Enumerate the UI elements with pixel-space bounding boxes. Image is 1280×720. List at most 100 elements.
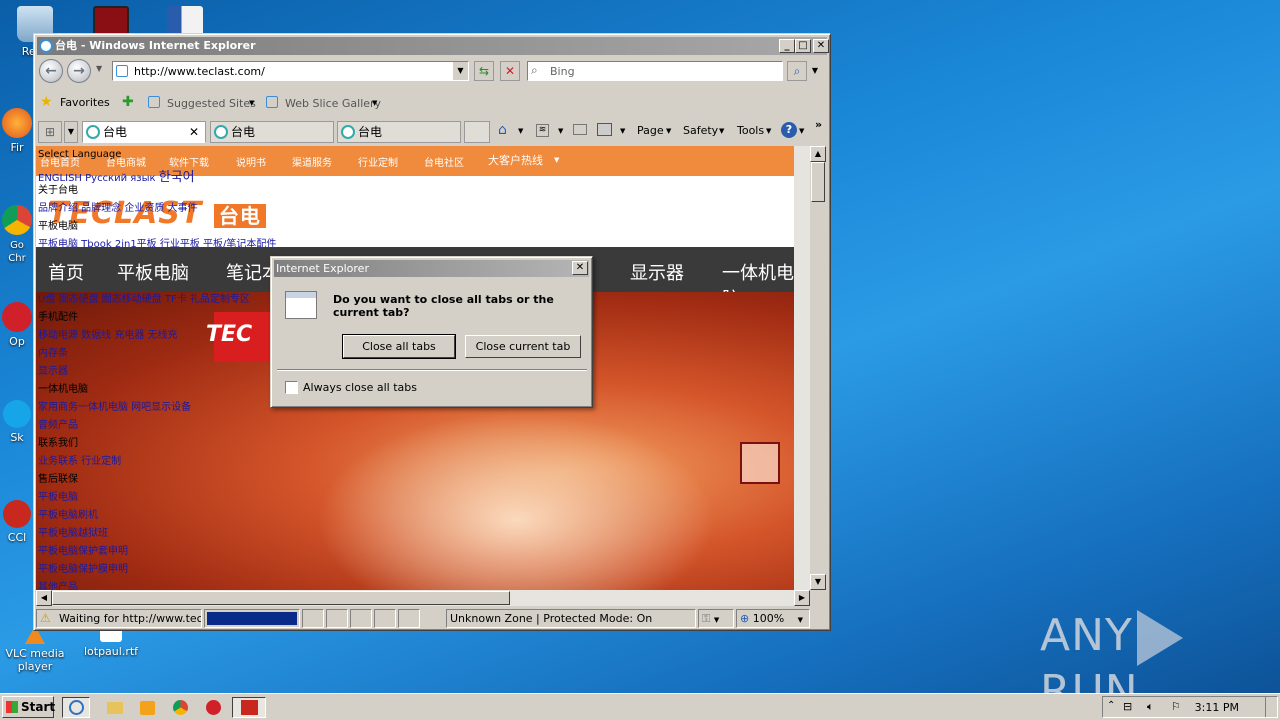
help-icon[interactable]: ? [781,122,797,138]
page-menu[interactable]: Page [637,124,664,137]
tablet-service-link[interactable]: 平板电脑 [38,491,78,504]
tablet-flash-link[interactable]: 平板电脑刷机 [38,509,98,522]
dialog-close-button[interactable]: ✕ [572,261,588,275]
maximize-button[interactable]: □ [795,39,811,53]
orange-link-channel[interactable]: 渠道服务 [292,154,332,169]
desktop-icon-ccleaner[interactable]: CCl [0,500,34,544]
vertical-scrollbar[interactable]: ▲ ▼ [794,146,826,590]
power-links[interactable]: 移动电源 数据线 充电器 无线充 [38,329,178,342]
suggested-sites-link[interactable]: Suggested Sites [167,97,256,110]
toolbar-overflow-icon[interactable]: » [815,118,822,131]
address-bar[interactable]: http://www.teclast.com/ ▼ [112,61,469,81]
quick-tabs-icon[interactable]: ⊞ [38,121,62,143]
after-sales-heading[interactable]: 售后联保 [38,473,78,486]
add-favorites-icon[interactable]: ✚ [122,94,134,110]
show-hidden-icons[interactable]: ⌃ [1107,700,1115,711]
tab-2[interactable]: 台电 [210,121,334,143]
zone-cell[interactable]: Unknown Zone | Protected Mode: On [446,609,696,628]
network-icon[interactable]: ⊟ [1123,700,1132,713]
nav-home[interactable]: 首页 [48,259,84,285]
about-heading[interactable]: 关于台电 [38,184,78,197]
close-button[interactable]: ✕ [813,39,829,53]
contact-heading[interactable]: 联系我们 [38,437,78,450]
chevron-down-icon[interactable]: ▼ [558,127,563,135]
tab-list-dropdown-icon[interactable]: ▼ [64,121,78,143]
desktop-icon-firefox[interactable]: Fir [0,108,34,154]
tab-1[interactable]: 台电 ✕ [82,121,206,143]
web-slice-gallery-link[interactable]: Web Slice Gallery [285,97,381,110]
business-links[interactable]: 业务联系 行业定制 [38,455,121,468]
always-close-label[interactable]: Always close all tabs [303,381,417,394]
close-current-tab-button[interactable]: Close current tab [465,335,581,358]
volume-icon[interactable]: 🔈︎ [1147,700,1154,714]
search-options-icon[interactable]: ▼ [809,61,821,81]
monitor-link[interactable]: 显示器 [38,365,68,378]
scroll-down-button[interactable]: ▼ [810,574,826,590]
korean-link[interactable]: 한국어 [159,170,195,185]
desktop-icon-skype[interactable]: Sk [0,400,34,444]
new-tab-button[interactable] [464,121,490,143]
nav-monitor[interactable]: 显示器 [630,259,684,285]
scroll-thumb[interactable] [811,162,825,202]
language-links[interactable]: ENGLISH Русский язык 한국어 [38,166,195,185]
nav-tablet[interactable]: 平板电脑 [117,259,189,285]
print-icon[interactable] [597,123,612,136]
close-all-tabs-button[interactable]: Close all tabs [342,334,456,359]
tablet-jailbreak-link[interactable]: 平板电脑越狱班 [38,527,108,540]
taskbar-explorer[interactable] [100,697,128,718]
read-mail-icon[interactable] [573,124,587,135]
phone-accessories-heading[interactable]: 手机配件 [38,311,78,324]
tablet-case-link[interactable]: 平板电脑保护套申明 [38,545,128,558]
security-cell[interactable]: ⚿ ▼ [698,609,734,628]
orange-link-hotline[interactable]: 大客户热线 [488,152,543,168]
desktop-icon-opera[interactable]: Op [0,302,34,348]
horizontal-scrollbar[interactable]: ◀ ▶ [36,590,810,606]
dialog-titlebar[interactable]: Internet Explorer ✕ [274,260,589,277]
scroll-left-button[interactable]: ◀ [36,590,52,606]
chevron-down-icon[interactable]: ▼ [518,127,523,135]
start-button[interactable]: Start [2,696,55,718]
show-desktop-button[interactable] [1265,697,1277,717]
home-icon[interactable]: ⌂ [498,122,507,138]
desktop-icon-chrome[interactable]: Go Chr [0,205,34,264]
scroll-up-button[interactable]: ▲ [810,146,826,162]
feeds-icon[interactable]: ≋ [536,124,549,137]
orange-link-custom[interactable]: 行业定制 [358,154,398,169]
recent-pages-dropdown-icon[interactable]: ▼ [96,64,102,73]
forward-button[interactable]: → [67,59,91,83]
tab-close-icon[interactable]: ✕ [189,122,199,142]
taskbar-acrobat[interactable] [232,697,266,718]
chevron-down-icon[interactable]: ▼ [620,127,625,135]
orange-link-community[interactable]: 台电社区 [424,154,464,169]
always-close-checkbox[interactable] [285,381,298,394]
aio-heading[interactable]: 一体机电脑 [38,383,88,396]
refresh-icon[interactable]: ⇆ [474,61,494,81]
tablet-film-link[interactable]: 平板电脑保护膜申明 [38,563,128,576]
tab-3[interactable]: 台电 [337,121,461,143]
brand-links[interactable]: 品牌介绍 品牌理念 企业资质 大事件 [38,202,198,215]
storage-links[interactable]: U盘 固态硬盘 固态移动硬盘 TF卡 礼品定制专区 [38,293,250,306]
stop-icon[interactable]: ✕ [500,61,520,81]
audio-link[interactable]: 音频产品 [38,419,78,432]
taskbar-opera[interactable] [199,697,227,718]
address-dropdown-icon[interactable]: ▼ [453,62,468,80]
favorites-button[interactable]: Favorites [60,96,110,109]
taskbar-ie[interactable] [62,697,90,718]
search-icon[interactable]: ⌕ [787,61,807,81]
window-titlebar[interactable]: 台电 - Windows Internet Explorer _ □ ✕ [37,37,829,55]
action-center-flag-icon[interactable]: ⚐ [1171,700,1181,713]
minimize-button[interactable]: _ [779,39,795,53]
zoom-cell[interactable]: ⊕ 100% ▼ [736,609,810,628]
taskbar-media-player[interactable] [133,697,161,718]
search-box[interactable]: ⌕ Bing [527,61,783,81]
back-button[interactable]: ← [39,59,63,83]
other-products-link[interactable]: 其他产品 [38,581,78,590]
scroll-right-button[interactable]: ▶ [794,590,810,606]
clock[interactable]: 3:11 PM [1195,701,1239,714]
hscroll-thumb[interactable] [52,591,510,605]
desktop-icon-vlc[interactable]: VLC media player [0,626,70,673]
safety-menu[interactable]: Safety [683,124,718,137]
tablet-heading[interactable]: 平板电脑 [38,220,78,233]
memory-link[interactable]: 内存条 [38,347,68,360]
aio-links[interactable]: 家用商务一体机电脑 网吧显示设备 [38,401,191,414]
